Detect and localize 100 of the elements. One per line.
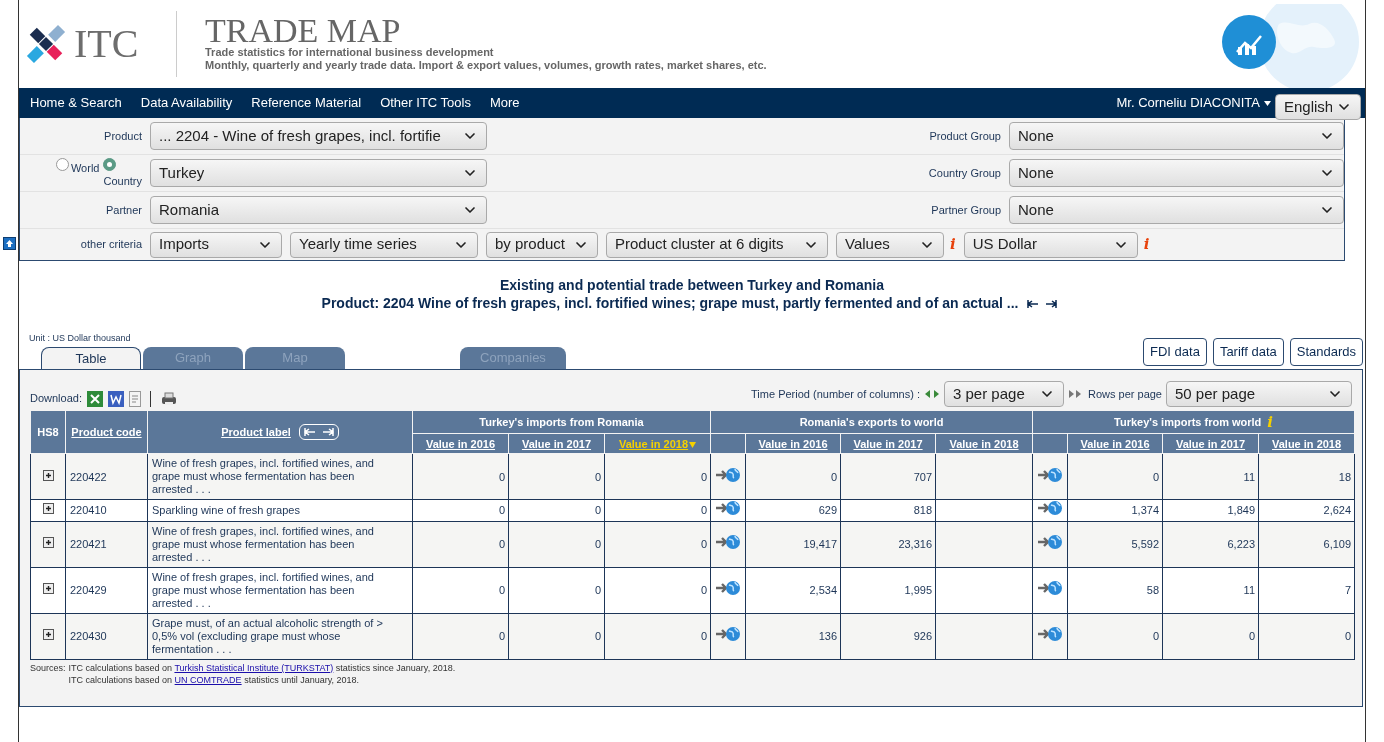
table-cell: 2,534: [745, 567, 841, 614]
table-cell: 0: [745, 453, 841, 500]
criteria-select[interactable]: Values: [836, 231, 944, 258]
arrow-globe-icon[interactable]: [1037, 626, 1064, 643]
table-cell: 58: [1067, 567, 1163, 614]
column-header[interactable]: Product label: [221, 423, 291, 441]
download-label: Download:: [30, 391, 82, 407]
nav-item[interactable]: Home & Search: [30, 93, 122, 113]
data-button[interactable]: Standards: [1289, 337, 1363, 366]
table-cell: 629: [745, 499, 841, 522]
column-header[interactable]: Value in 2016: [1067, 433, 1163, 454]
data-button[interactable]: Tariff data: [1212, 337, 1284, 366]
user-menu[interactable]: Mr. Corneliu DIACONITA: [1116, 93, 1260, 113]
criteria-select[interactable]: Imports: [150, 231, 282, 258]
column-header[interactable]: Value in 2018: [1258, 433, 1355, 454]
tab[interactable]: Table: [41, 346, 141, 369]
expand-icon[interactable]: [42, 503, 54, 515]
table-cell: Wine of fresh grapes, incl. fortified wines, and grape must whose fermentation has been arrested . . .: [147, 453, 413, 500]
column-header[interactable]: Value in 2017: [840, 433, 936, 454]
arrow-globe-icon[interactable]: [715, 500, 742, 517]
table-cell: 0: [508, 499, 605, 522]
time-period-label: Time Period (number of columns) :: [751, 386, 920, 402]
nav-item[interactable]: Reference Material: [251, 93, 362, 113]
expand-icon[interactable]: [42, 537, 54, 549]
table-cell: 220430: [65, 613, 148, 660]
arrow-globe-icon[interactable]: [1037, 466, 1064, 483]
table-cell: 926: [840, 613, 936, 660]
rows-select[interactable]: 50 per page: [1166, 380, 1352, 407]
arrow-globe-icon[interactable]: [715, 580, 742, 597]
criteria-select[interactable]: Product cluster at 6 digits: [606, 231, 828, 258]
table-cell: 7: [1258, 567, 1355, 614]
source-note: ITC calculations based on Turkish Statistical Institute (TURKSTAT) statistics since January, 2018.: [68, 661, 456, 674]
document-icon[interactable]: [108, 390, 124, 407]
filter-label: Product: [104, 128, 142, 144]
arrow-globe-icon[interactable]: [715, 466, 742, 483]
table-cell: 11: [1162, 567, 1259, 614]
radio-option[interactable]: World: [55, 158, 100, 175]
group-select[interactable]: None: [1009, 196, 1344, 224]
table-cell: Wine of fresh grapes, incl. fortified wines, and grape must whose fermentation has been arrested . . .: [147, 521, 413, 568]
info-icon[interactable]: i: [950, 233, 956, 256]
filter-select[interactable]: ... 2204 - Wine of fresh grapes, incl. fortifie: [150, 122, 487, 150]
arrows-left-right-icon[interactable]: [924, 388, 940, 399]
criteria-select[interactable]: Yearly time series: [290, 231, 478, 258]
group-header: Turkey's imports from Romania: [479, 414, 644, 430]
expand-icon[interactable]: [42, 583, 54, 595]
column-header[interactable]: Product code: [65, 410, 148, 454]
expand-icon[interactable]: [42, 469, 54, 481]
info-icon[interactable]: i: [1143, 233, 1150, 256]
site-title: TRADE MAP: [205, 16, 401, 46]
printer-icon[interactable]: [160, 391, 178, 406]
column-header[interactable]: Value in 2018: [935, 433, 1033, 454]
criteria-select[interactable]: US Dollar: [963, 231, 1138, 258]
table-cell: 0: [604, 613, 711, 660]
table-cell: 23,316: [840, 521, 936, 568]
expand-icon[interactable]: [42, 629, 54, 641]
text-file-icon[interactable]: [129, 390, 141, 407]
column-header[interactable]: Value in 2016: [745, 433, 841, 454]
table-cell: 2,624: [1258, 499, 1355, 522]
caret-icon[interactable]: [1264, 100, 1271, 106]
collapse-icon[interactable]: [3, 237, 16, 250]
nav-item[interactable]: Other ITC Tools: [380, 93, 471, 113]
spreadsheet-icon[interactable]: [87, 390, 103, 407]
group-select[interactable]: None: [1009, 159, 1344, 187]
criteria-select[interactable]: by product: [486, 231, 598, 258]
filter-label: Country Group: [928, 165, 1001, 181]
table-cell: 18: [1258, 453, 1355, 500]
table-cell: Wine of fresh grapes, incl. fortified wines, and grape must whose fermentation has been arrested . . .: [147, 567, 413, 614]
column-header[interactable]: Value in 2017: [1162, 433, 1259, 454]
arrow-globe-icon[interactable]: [1037, 500, 1064, 517]
column-header[interactable]: Value in 2017: [508, 433, 605, 454]
data-button[interactable]: FDI data: [1143, 337, 1207, 366]
arrow-globe-icon[interactable]: [715, 534, 742, 551]
arrow-globe-icon[interactable]: [1037, 580, 1064, 597]
nav-item[interactable]: Data Availability: [140, 93, 233, 113]
table-cell: 0: [604, 567, 711, 614]
sort-icon: [689, 441, 697, 448]
language-select[interactable]: English: [1275, 94, 1361, 120]
table-cell: Grape must, of an actual alcoholic strength of > 0,5% vol (excluding grape must whose fermentation . . .: [147, 613, 413, 660]
filter-label: Partner Group: [931, 202, 1001, 218]
arrow-globe-icon[interactable]: [1037, 534, 1064, 551]
columns-select[interactable]: 3 per page: [944, 380, 1064, 407]
source-link[interactable]: Turkish Statistical Institute (TURKSTAT): [174, 662, 334, 673]
column-header[interactable]: Value in 2016: [412, 433, 509, 454]
table-cell: 0: [412, 521, 509, 568]
nav-item[interactable]: More: [489, 93, 520, 113]
table-cell: 0: [412, 453, 509, 500]
site-tagline: Monthly, quarterly and yearly trade data. Import & export values, volumes, growth rates, market shares, etc.: [205, 59, 767, 72]
filter-select[interactable]: Romania: [150, 196, 487, 224]
table-cell: 1,849: [1162, 499, 1259, 522]
group-select[interactable]: None: [1009, 122, 1344, 150]
table-cell: 818: [840, 499, 936, 522]
table-cell: 0: [604, 521, 711, 568]
source-link[interactable]: UN COMTRADE: [174, 674, 242, 685]
filter-select[interactable]: Turkey: [150, 159, 487, 187]
table-cell: 0: [412, 567, 509, 614]
arrow-globe-icon[interactable]: [715, 626, 742, 643]
table-cell: 6,223: [1162, 521, 1259, 568]
table-cell: 0: [508, 613, 605, 660]
table-cell: 0: [508, 453, 605, 500]
radio-option[interactable]: Country: [103, 158, 142, 188]
